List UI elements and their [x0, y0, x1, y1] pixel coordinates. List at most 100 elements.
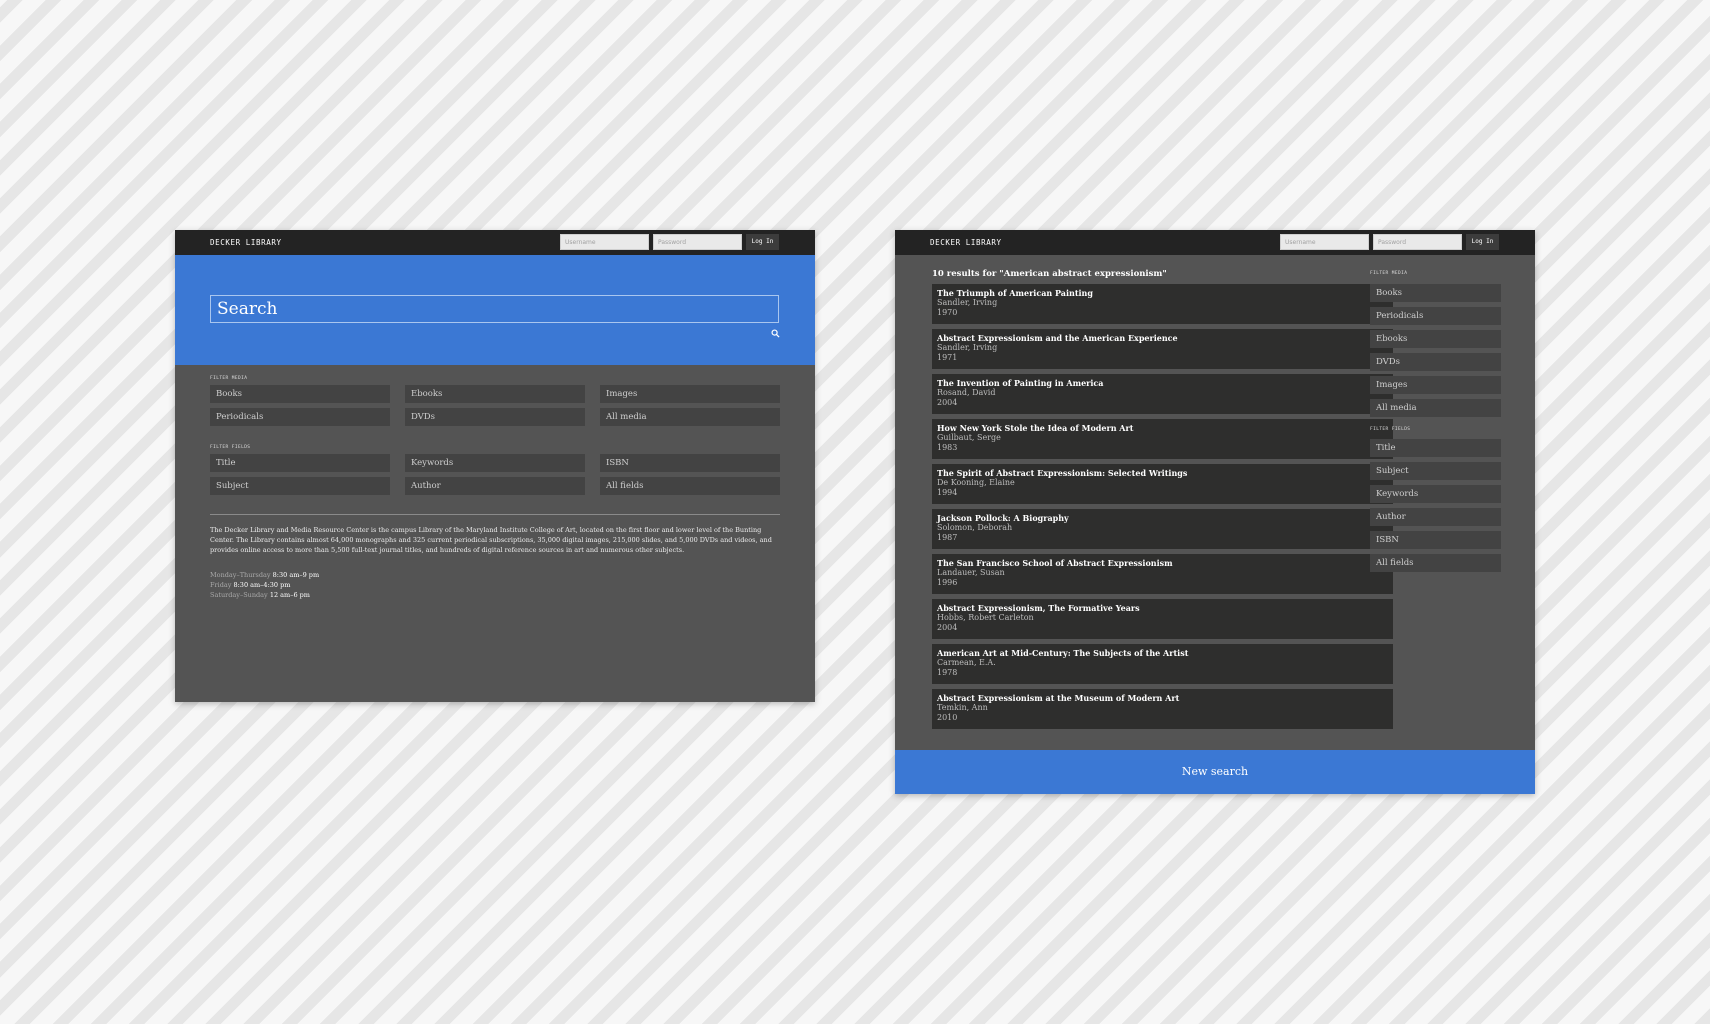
login-form: Log In [1280, 234, 1499, 250]
result-title: Abstract Expressionism at the Museum of … [937, 693, 1180, 703]
result-author: De Kooning, Elaine [937, 478, 1015, 487]
result-author: Landauer, Susan [937, 568, 1005, 577]
hours-row: Friday 8:30 am–4:30 pm [210, 580, 319, 590]
filter-media-ebooks[interactable]: Ebooks [405, 385, 585, 403]
search-hero [175, 255, 815, 365]
result-title: The Invention of Painting in America [937, 378, 1104, 388]
filter-media-all[interactable]: All media [600, 408, 780, 426]
result-year: 1978 [937, 668, 958, 677]
result-year: 2004 [937, 623, 958, 632]
result-author: Hobbs, Robert Carleton [937, 613, 1034, 622]
result-author: Sandler, Irving [937, 343, 998, 352]
result-item[interactable]: The San Francisco School of Abstract Exp… [932, 554, 1393, 594]
filter-field-keywords[interactable]: Keywords [405, 454, 585, 472]
hours-time: 12 am–6 pm [269, 591, 310, 599]
result-title: Abstract Expressionism, The Formative Ye… [937, 603, 1140, 613]
result-year: 1996 [937, 578, 958, 587]
username-field[interactable] [1280, 234, 1369, 250]
login-form: Log In [560, 234, 779, 250]
result-item[interactable]: The Spirit of Abstract Expressionism: Se… [932, 464, 1393, 504]
results-list: The Triumph of American Painting Sandler,… [932, 284, 1393, 734]
section-divider [210, 514, 780, 515]
result-author: Carmean, E.A. [937, 658, 996, 667]
result-item[interactable]: The Invention of Painting in America Rosa… [932, 374, 1393, 414]
filter-field-all[interactable]: All fields [1370, 554, 1501, 572]
search-input[interactable] [210, 295, 779, 323]
filter-media-list: Books Periodicals Ebooks DVDs Images All… [1370, 284, 1501, 422]
result-item[interactable]: Abstract Expressionism at the Museum of … [932, 689, 1393, 729]
opening-hours: Monday–Thursday 8:30 am–9 pm Friday 8:30… [210, 570, 319, 600]
filter-media-dvds[interactable]: DVDs [405, 408, 585, 426]
login-button[interactable]: Log In [1466, 234, 1499, 250]
result-item[interactable]: American Art at Mid-Century: The Subject… [932, 644, 1393, 684]
filter-fields-label: FILTER FIELDS [1370, 427, 1411, 432]
filter-field-all[interactable]: All fields [600, 477, 780, 495]
filter-media-images[interactable]: Images [1370, 376, 1501, 394]
result-author: Guilbaut, Serge [937, 433, 1001, 442]
result-title: How New York Stole the Idea of Modern Ar… [937, 423, 1134, 433]
result-author: Solomon, Deborah [937, 523, 1013, 532]
filter-field-subject[interactable]: Subject [210, 477, 390, 495]
result-item[interactable]: How New York Stole the Idea of Modern Ar… [932, 419, 1393, 459]
result-item[interactable]: Abstract Expressionism and the American … [932, 329, 1393, 369]
filter-fields-label: FILTER FIELDS [210, 445, 251, 450]
library-description: The Decker Library and Media Resource Ce… [210, 526, 772, 554]
new-search-button[interactable]: New search [895, 750, 1535, 794]
top-bar: DECKER LIBRARY Log In [175, 230, 815, 255]
filter-field-subject[interactable]: Subject [1370, 462, 1501, 480]
brand-logo[interactable]: DECKER LIBRARY [930, 238, 1002, 247]
filter-fields-list: Title Subject Keywords Author ISBN All f… [1370, 439, 1501, 577]
result-year: 1971 [937, 353, 958, 362]
result-year: 1994 [937, 488, 958, 497]
hours-row: Saturday–Sunday 12 am–6 pm [210, 590, 319, 600]
filter-media-grid: Books Ebooks Images Periodicals DVDs All… [210, 385, 780, 426]
filter-field-isbn[interactable]: ISBN [600, 454, 780, 472]
password-field[interactable] [653, 234, 742, 250]
login-button[interactable]: Log In [746, 234, 779, 250]
hours-days: Friday [210, 581, 232, 589]
result-item[interactable]: Abstract Expressionism, The Formative Ye… [932, 599, 1393, 639]
brand-logo[interactable]: DECKER LIBRARY [210, 238, 282, 247]
result-year: 1970 [937, 308, 958, 317]
library-home-screen: DECKER LIBRARY Log In FILTER MEDIA Books… [175, 230, 815, 702]
result-author: Rosand, David [937, 388, 996, 397]
result-item[interactable]: The Triumph of American Painting Sandler,… [932, 284, 1393, 324]
filter-media-periodicals[interactable]: Periodicals [1370, 307, 1501, 325]
filter-field-author[interactable]: Author [405, 477, 585, 495]
results-heading: 10 results for "American abstract expres… [932, 269, 1167, 279]
filter-media-books[interactable]: Books [1370, 284, 1501, 302]
filter-field-author[interactable]: Author [1370, 508, 1501, 526]
search-icon[interactable] [771, 329, 780, 338]
result-item[interactable]: Jackson Pollock: A Biography Solomon, Deb… [932, 509, 1393, 549]
filter-media-books[interactable]: Books [210, 385, 390, 403]
filter-media-ebooks[interactable]: Ebooks [1370, 330, 1501, 348]
result-title: The Spirit of Abstract Expressionism: Se… [937, 468, 1188, 478]
filter-media-periodicals[interactable]: Periodicals [210, 408, 390, 426]
filter-media-dvds[interactable]: DVDs [1370, 353, 1501, 371]
filter-media-label: FILTER MEDIA [210, 376, 248, 381]
result-title: The San Francisco School of Abstract Exp… [937, 558, 1173, 568]
top-bar: DECKER LIBRARY Log In [895, 230, 1535, 255]
result-year: 2004 [937, 398, 958, 407]
filter-field-isbn[interactable]: ISBN [1370, 531, 1501, 549]
result-author: Sandler, Irving [937, 298, 998, 307]
result-author: Temkin, Ann [937, 703, 988, 712]
filter-field-title[interactable]: Title [1370, 439, 1501, 457]
hours-days: Saturday–Sunday [210, 591, 268, 599]
hours-time: 8:30 am–9 pm [272, 571, 320, 579]
library-results-screen: DECKER LIBRARY Log In 10 results for "Am… [895, 230, 1535, 794]
result-year: 1983 [937, 443, 958, 452]
hours-time: 8:30 am–4:30 pm [233, 581, 291, 589]
password-field[interactable] [1373, 234, 1462, 250]
filter-media-images[interactable]: Images [600, 385, 780, 403]
hours-row: Monday–Thursday 8:30 am–9 pm [210, 570, 319, 580]
result-title: American Art at Mid-Century: The Subject… [937, 648, 1189, 658]
filter-field-title[interactable]: Title [210, 454, 390, 472]
username-field[interactable] [560, 234, 649, 250]
hours-days: Monday–Thursday [210, 571, 271, 579]
filter-fields-grid: Title Keywords ISBN Subject Author All f… [210, 454, 780, 495]
result-year: 1987 [937, 533, 958, 542]
filter-media-all[interactable]: All media [1370, 399, 1501, 417]
filter-field-keywords[interactable]: Keywords [1370, 485, 1501, 503]
result-title: The Triumph of American Painting [937, 288, 1093, 298]
